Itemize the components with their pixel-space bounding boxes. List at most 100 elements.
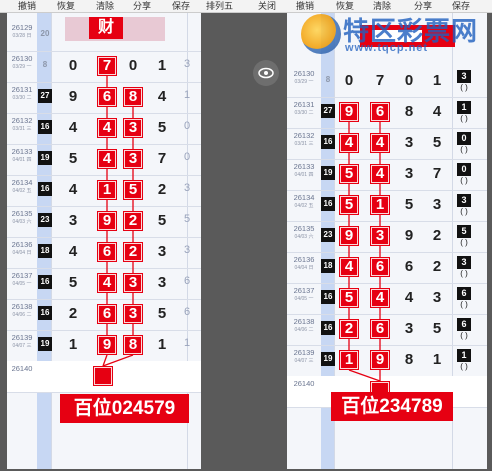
digit-cell[interactable]: 3 [123, 118, 143, 138]
digit-cell[interactable]: 3 [399, 133, 419, 153]
digit-cell[interactable]: 8 [399, 102, 419, 122]
digit-cell[interactable]: 4 [63, 180, 83, 200]
digit-cell[interactable]: 4 [152, 87, 172, 107]
digit-cell[interactable]: 6 [399, 257, 419, 277]
digit-cell[interactable]: 5 [399, 195, 419, 215]
digit-cell[interactable]: 4 [339, 257, 359, 277]
digit-cell[interactable]: 6 [97, 87, 117, 107]
issue-date: 03/31 三 [294, 141, 314, 147]
digit-cell[interactable]: 5 [152, 211, 172, 231]
digit-cell[interactable]: 9 [97, 211, 117, 231]
digit-cell[interactable]: 4 [97, 149, 117, 169]
digit-cell[interactable]: 1 [152, 56, 172, 76]
digit-cell[interactable]: 5 [152, 304, 172, 324]
digit-cell[interactable]: 4 [427, 102, 447, 122]
share-button[interactable]: 分享 [133, 0, 151, 12]
digit-cell[interactable]: 3 [123, 149, 143, 169]
digit-cell[interactable]: 3 [399, 164, 419, 184]
table-row: 26135 04/03 六 23 3 9 2 5 5 [7, 206, 201, 238]
black-box-paren: ( ) [460, 269, 468, 278]
table-row: 26133 04/01 四 19 5 4 3 7 0 [7, 144, 201, 176]
p5-button[interactable]: 排列五 [206, 0, 233, 12]
digit-cell[interactable]: 4 [370, 288, 390, 308]
side-value: 3 [183, 182, 191, 194]
sum-value: 20 [40, 29, 50, 38]
digit-cell[interactable]: 5 [427, 133, 447, 153]
digit-cell[interactable]: 0 [339, 71, 359, 91]
digit-cell[interactable]: 3 [427, 195, 447, 215]
digit-cell[interactable]: 5 [152, 118, 172, 138]
eye-toggle[interactable] [253, 60, 279, 86]
digit-cell[interactable]: 1 [427, 350, 447, 370]
undo-button[interactable]: 撤销 [18, 0, 36, 12]
digit-cell[interactable]: 1 [370, 195, 390, 215]
digit-cell[interactable]: 9 [370, 350, 390, 370]
digit-cell[interactable]: 2 [339, 319, 359, 339]
digit-cell[interactable]: 2 [123, 211, 143, 231]
digit-cell[interactable]: 0 [399, 71, 419, 91]
issue-label: 26132 03/31 三 [7, 116, 37, 134]
digit-cell[interactable]: 3 [370, 226, 390, 246]
black-box: 6 [457, 318, 471, 331]
digit-cell[interactable]: 4 [97, 273, 117, 293]
undo-button-2[interactable]: 撤销 [296, 0, 314, 12]
digit-cell[interactable]: 1 [152, 335, 172, 355]
digit-cell[interactable]: 2 [427, 257, 447, 277]
digit-cell[interactable]: 2 [63, 304, 83, 324]
digit-cell[interactable]: 6 [97, 304, 117, 324]
digit-cell[interactable]: 3 [63, 211, 83, 231]
digit-cell[interactable]: 4 [339, 133, 359, 153]
digit-cell[interactable]: 0 [63, 56, 83, 76]
digit-cell[interactable]: 5 [339, 288, 359, 308]
digit-cell[interactable]: 6 [370, 319, 390, 339]
digit-cell[interactable]: 7 [370, 71, 390, 91]
digit-cell[interactable]: 1 [427, 71, 447, 91]
digit-cell[interactable]: 4 [63, 118, 83, 138]
digit-cell[interactable]: 4 [370, 164, 390, 184]
digit-cell[interactable]: 3 [152, 273, 172, 293]
save-button[interactable]: 保存 [172, 0, 190, 12]
digit-cell[interactable]: 1 [63, 335, 83, 355]
digit-cell[interactable]: 9 [63, 87, 83, 107]
digit-cell[interactable]: 2 [427, 226, 447, 246]
digit-cell[interactable]: 6 [370, 102, 390, 122]
digit-cell[interactable]: 4 [370, 133, 390, 153]
digit-cell[interactable]: 5 [63, 149, 83, 169]
close-button[interactable]: 关闭 [258, 0, 276, 12]
digit-cell[interactable]: 4 [97, 118, 117, 138]
digit-cell[interactable]: 6 [97, 242, 117, 262]
digit-cell[interactable]: 8 [123, 87, 143, 107]
digit-cell[interactable]: 8 [123, 335, 143, 355]
digit-cell[interactable]: 7 [427, 164, 447, 184]
digit-cell[interactable]: 7 [152, 149, 172, 169]
digit-cell[interactable]: 5 [123, 180, 143, 200]
next-digit-cell[interactable] [93, 366, 113, 386]
digit-cell[interactable]: 3 [427, 288, 447, 308]
digit-cell[interactable]: 5 [63, 273, 83, 293]
digit-cell[interactable]: 3 [399, 319, 419, 339]
digit-cell[interactable]: 0 [123, 56, 143, 76]
digit-cell[interactable]: 4 [399, 288, 419, 308]
digit-cell[interactable]: 1 [97, 180, 117, 200]
digit-cell[interactable]: 6 [370, 257, 390, 277]
digit-cell[interactable]: 7 [97, 56, 117, 76]
table-row: 26139 04/07 三 19 1 9 8 1 1 [7, 330, 201, 362]
digit-cell[interactable]: 9 [339, 226, 359, 246]
digit-cell[interactable]: 4 [63, 242, 83, 262]
digit-cell[interactable]: 9 [339, 102, 359, 122]
sum-value: 16 [321, 197, 335, 211]
digit-cell[interactable]: 3 [152, 242, 172, 262]
digit-cell[interactable]: 5 [427, 319, 447, 339]
digit-cell[interactable]: 2 [152, 180, 172, 200]
digit-cell[interactable]: 9 [97, 335, 117, 355]
digit-cell[interactable]: 2 [123, 242, 143, 262]
digit-cell[interactable]: 1 [339, 350, 359, 370]
digit-cell[interactable]: 5 [339, 195, 359, 215]
digit-cell[interactable]: 8 [399, 350, 419, 370]
clear-button[interactable]: 清除 [96, 0, 114, 12]
restore-button[interactable]: 恢复 [57, 0, 75, 12]
digit-cell[interactable]: 3 [123, 273, 143, 293]
digit-cell[interactable]: 9 [399, 226, 419, 246]
digit-cell[interactable]: 3 [123, 304, 143, 324]
digit-cell[interactable]: 5 [339, 164, 359, 184]
